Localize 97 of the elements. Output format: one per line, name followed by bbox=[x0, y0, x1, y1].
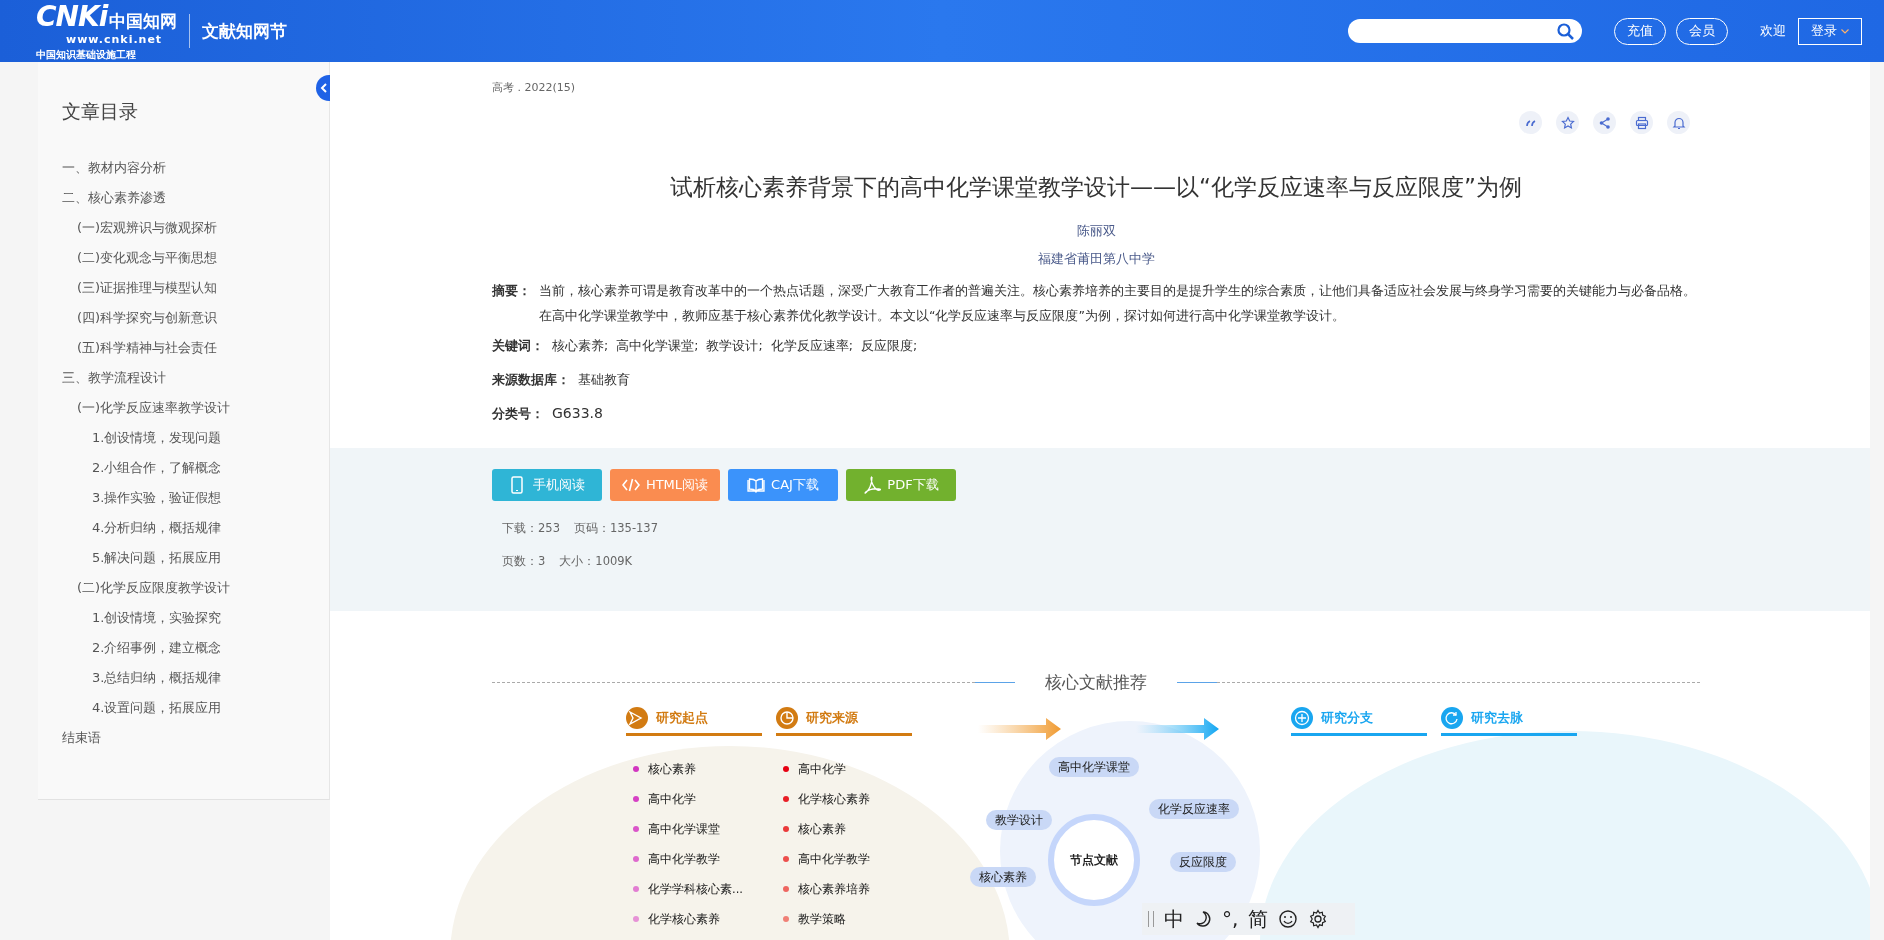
print-button[interactable] bbox=[1630, 111, 1653, 134]
toc-item[interactable]: (一)宏观辨识与微观探析 bbox=[77, 215, 218, 240]
printer-icon bbox=[1634, 115, 1649, 130]
topic-link[interactable]: 高中化学 bbox=[798, 761, 846, 777]
toc-item[interactable]: 一、教材内容分析 bbox=[62, 155, 166, 180]
quote-button[interactable] bbox=[1519, 111, 1542, 134]
toc-item[interactable]: 2.小组合作，了解概念 bbox=[92, 455, 222, 480]
stat-text: 下载：253 bbox=[502, 521, 560, 536]
toc-item[interactable]: (二)变化观念与平衡思想 bbox=[77, 245, 218, 270]
script-toggle[interactable]: 简 bbox=[1248, 905, 1269, 933]
toc-item[interactable]: (五)科学精神与社会责任 bbox=[77, 335, 218, 360]
topic-link[interactable]: 教学策略 bbox=[798, 911, 846, 927]
database-value: 基础教育 bbox=[578, 371, 630, 389]
punctuation-toggle[interactable]: °, bbox=[1222, 907, 1239, 931]
topic-link[interactable]: 核心素养培养 bbox=[798, 881, 870, 897]
toc-item[interactable]: 4.分析归纳，概括规律 bbox=[92, 515, 222, 540]
login-button[interactable]: 登录 bbox=[1798, 17, 1862, 45]
chevron-left-icon bbox=[319, 83, 327, 93]
refresh-icon bbox=[1441, 707, 1463, 729]
toc-item[interactable]: (三)证据推理与模型认知 bbox=[77, 275, 218, 300]
classification-value: G633.8 bbox=[552, 404, 603, 423]
classification-label: 分类号： bbox=[492, 405, 544, 423]
topic-link[interactable]: 化学学科核心素... bbox=[648, 881, 743, 897]
toc-item[interactable]: 三、教学流程设计 bbox=[62, 365, 166, 390]
abstract-text: 当前，核心素养可谓是教育改革中的一个热点话题，深受广大教育工作者的普遍关注。核心素养培养的主要目的是提升学生的综合素质，让他们具备适应社会发展与终身学习需要的关键能力与必备品格。在高中化学课堂教学中，教师应基于核心素养优化教学设计。本文以“化学反应速率与反应限度”为例，探讨如何进行高中化学课堂教学设计。 bbox=[539, 282, 1697, 325]
topic-node[interactable]: 高中化学课堂 bbox=[1049, 757, 1139, 777]
share-icon bbox=[1597, 115, 1612, 130]
welcome-text: 欢迎 bbox=[1760, 22, 1786, 40]
logo[interactable]: CNKi中国知网 www.cnki.net 中国知识基础设施工程 bbox=[36, 0, 178, 62]
toc-item[interactable]: 结束语 bbox=[62, 725, 101, 750]
keyword-link[interactable]: 反应限度; bbox=[860, 333, 918, 358]
star-icon bbox=[1560, 115, 1575, 130]
toc-title: 文章目录 bbox=[62, 99, 139, 124]
source-info: 高考 . 2022(15) bbox=[492, 80, 577, 95]
topic-link[interactable]: 高中化学 bbox=[648, 791, 696, 807]
stat-text: 大小：1009K bbox=[559, 554, 633, 569]
arrow-icon bbox=[1136, 717, 1220, 741]
topic-link[interactable]: 核心素养 bbox=[648, 761, 696, 777]
caret-icon bbox=[1841, 28, 1849, 34]
search-field[interactable] bbox=[1348, 19, 1582, 43]
topic-link[interactable]: 化学核心素养 bbox=[798, 791, 870, 807]
topic-node[interactable]: 反应限度 bbox=[1170, 852, 1236, 872]
plus-circle-icon bbox=[1291, 707, 1313, 729]
keyword-link[interactable]: 高中化学课堂; bbox=[616, 333, 699, 358]
send-icon bbox=[626, 707, 648, 729]
topic-node[interactable]: 核心素养 bbox=[970, 867, 1036, 887]
bell-button[interactable] bbox=[1667, 111, 1690, 134]
keywords-label: 关键词： bbox=[492, 337, 544, 355]
search-icon bbox=[1557, 22, 1574, 40]
toc-item[interactable]: 2.介绍事例，建立概念 bbox=[92, 635, 222, 660]
article-title: 试析核心素养背景下的高中化学课堂教学设计——以“化学反应速率与反应限度”为例 bbox=[669, 173, 1523, 202]
pdf-icon bbox=[863, 476, 882, 494]
toc-item[interactable]: 3.操作实验，验证假想 bbox=[92, 485, 222, 510]
moon-icon[interactable] bbox=[1194, 910, 1212, 928]
affiliation[interactable]: 福建省莆田第八中学 bbox=[492, 245, 1700, 273]
product-name: 文献知网节 bbox=[202, 19, 288, 43]
star-button[interactable] bbox=[1556, 111, 1579, 134]
topic-link[interactable]: 高中化学教学 bbox=[798, 851, 870, 867]
logo-name: 中国知网 bbox=[109, 10, 178, 33]
drag-handle[interactable] bbox=[1148, 911, 1154, 927]
database-label: 来源数据库： bbox=[492, 371, 570, 389]
code-icon bbox=[621, 476, 640, 494]
toc-item[interactable]: 4.设置问题，拓展应用 bbox=[92, 695, 222, 720]
topic-node[interactable]: 教学设计 bbox=[986, 810, 1052, 830]
settings-icon[interactable] bbox=[1308, 909, 1329, 929]
bell-icon bbox=[1671, 115, 1686, 130]
toc-item[interactable]: 1.创设情境，发现问题 bbox=[92, 425, 222, 450]
keyword-link[interactable]: 化学反应速率; bbox=[770, 333, 853, 358]
smiley-icon[interactable] bbox=[1278, 909, 1299, 929]
collapse-button[interactable] bbox=[316, 75, 330, 101]
toc-item[interactable]: 二、核心素养渗透 bbox=[62, 185, 166, 210]
topic-link[interactable]: 化学核心素养 bbox=[648, 911, 720, 927]
section-title: 核心文献推荐 bbox=[1045, 671, 1147, 694]
topic-link[interactable]: 高中化学课堂 bbox=[648, 821, 720, 837]
toc-item[interactable]: 1.创设情境，实验探究 bbox=[92, 605, 222, 630]
topic-node[interactable]: 化学反应速率 bbox=[1149, 799, 1239, 819]
stat-text: 页码：135-137 bbox=[573, 521, 658, 536]
stat-text: 页数：3 bbox=[502, 554, 546, 569]
toc-item[interactable]: (四)科学探究与创新意识 bbox=[77, 305, 218, 330]
input-mode-toggle[interactable]: 中 bbox=[1164, 905, 1184, 933]
logo-mark: CNKi bbox=[36, 0, 108, 33]
arrow-icon bbox=[978, 717, 1062, 741]
toc-item[interactable]: 5.解决问题，拓展应用 bbox=[92, 545, 222, 570]
logo-url: www.cnki.net bbox=[66, 33, 164, 46]
author-name[interactable]: 陈丽双 bbox=[492, 217, 1700, 245]
keyword-link[interactable]: 核心素养; bbox=[552, 333, 609, 358]
toc-item[interactable]: (一)化学反应速率教学设计 bbox=[77, 395, 231, 420]
open-book-icon bbox=[747, 476, 766, 494]
topic-link[interactable]: 核心素养 bbox=[798, 821, 846, 837]
topic-link[interactable]: 高中化学教学 bbox=[648, 851, 720, 867]
keyword-link[interactable]: 教学设计; bbox=[706, 333, 763, 358]
logo-subtitle: 中国知识基础设施工程 bbox=[36, 48, 137, 62]
pie-chart-icon bbox=[776, 707, 798, 729]
share-button[interactable] bbox=[1593, 111, 1616, 134]
toc-item[interactable]: 3.总结归纳，概括规律 bbox=[92, 665, 222, 690]
abstract-label: 摘要： bbox=[492, 282, 531, 300]
toc-item[interactable]: (二)化学反应限度教学设计 bbox=[77, 575, 231, 600]
